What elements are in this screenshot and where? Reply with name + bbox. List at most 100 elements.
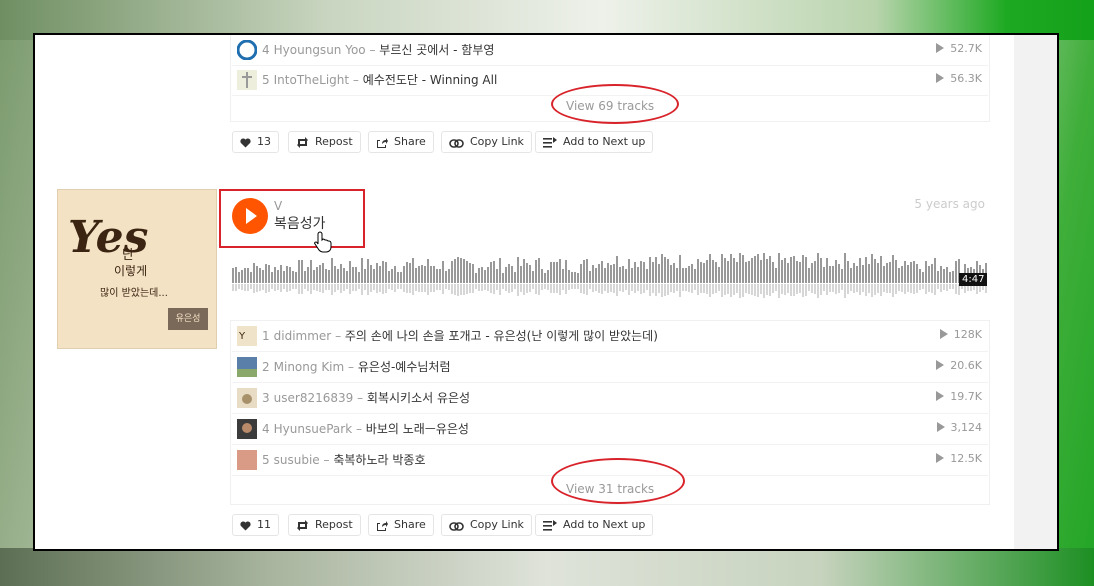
waveform-bar [355, 267, 357, 283]
waveform-bar [541, 269, 543, 283]
waveform-reflection [841, 284, 843, 290]
copy-link-button[interactable]: Copy Link [441, 131, 532, 153]
waveform-reflection [898, 284, 900, 291]
waveform-reflection [394, 284, 396, 292]
page-scrollbar[interactable] [1014, 35, 1057, 549]
like-count: 13 [257, 135, 271, 148]
waveform-reflection [244, 284, 246, 291]
waveform-bar [838, 264, 840, 283]
track-user-link[interactable]: Minong Kim [274, 360, 345, 374]
waveform-reflection [235, 284, 237, 291]
track-user-link[interactable]: user8216839 [274, 391, 354, 405]
waveform-bar [346, 271, 348, 283]
track-title-link[interactable]: 바보의 노래ㅡ유은성 [366, 422, 469, 436]
track-user-link[interactable]: IntoTheLight [274, 73, 349, 87]
add-to-next-up-button[interactable]: Add to Next up [535, 131, 654, 153]
waveform-bar [757, 254, 759, 283]
waveform-reflection [334, 284, 336, 292]
waveform-reflection [232, 284, 234, 291]
waveform-reflection [595, 284, 597, 291]
waveform-bar [667, 259, 669, 283]
add-to-next-up-button[interactable]: Add to Next up [535, 514, 654, 536]
track-number: 4 [262, 43, 270, 57]
waveform-reflection [694, 284, 696, 290]
waveform-reflection [691, 284, 693, 293]
track-user-link[interactable]: susubie [274, 453, 320, 467]
waveform-reflection [706, 284, 708, 294]
like-button[interactable]: 13 [232, 131, 279, 153]
waveform-reflection [943, 284, 945, 290]
play-count-icon [936, 391, 945, 401]
waveform-reflection [562, 284, 564, 290]
track-user-link[interactable]: Hyoungsun Yoo [274, 43, 366, 57]
waveform-reflection [784, 284, 786, 295]
track-number: 2 [262, 360, 270, 374]
waveform-reflection [577, 284, 579, 289]
waveform-reflection [667, 284, 669, 295]
waveform-reflection [622, 284, 624, 292]
waveform-bar [409, 263, 411, 283]
waveform-reflection [379, 284, 381, 292]
waveform-bar [310, 260, 312, 283]
upload-time: 5 years ago [914, 197, 985, 211]
repost-icon [297, 137, 308, 148]
waveform-reflection [301, 284, 303, 294]
waveform-reflection [421, 284, 423, 292]
waveform-bar [277, 270, 279, 283]
track-title-link[interactable]: 축복하노라 박종호 [333, 453, 425, 467]
track-row[interactable]: 2 Minong Kim – 유은성-예수님처럼 20.6K [232, 352, 988, 383]
waveform-reflection [523, 284, 525, 295]
repost-button[interactable]: Repost [288, 131, 361, 153]
track-user-link[interactable]: didimmer [274, 329, 332, 343]
repost-button[interactable]: Repost [288, 514, 361, 536]
waveform-reflection [751, 284, 753, 295]
waveform-bar [649, 257, 651, 283]
share-button[interactable]: Share [368, 514, 434, 536]
track-title-link[interactable]: 회복시키소서 유은성 [367, 391, 470, 405]
waveform-reflection [439, 284, 441, 290]
waveform-reflection [319, 284, 321, 292]
track-row[interactable]: 4 HyunsuePark – 바보의 노래ㅡ유은성 3,124 [232, 414, 988, 445]
track-row[interactable]: Y 1 didimmer – 주의 손에 나의 손을 포개고 - 유은성(난 이렇… [232, 321, 988, 352]
waveform-bar [259, 268, 261, 283]
copy-link-button[interactable]: Copy Link [441, 514, 532, 536]
share-button[interactable]: Share [368, 131, 434, 153]
waveform-bar [625, 269, 627, 283]
waveform-reflection [661, 284, 663, 297]
track-title-link[interactable]: 주의 손에 나의 손을 포개고 - 유은성(난 이렇게 많이 받았는데) [345, 329, 658, 343]
waveform-bar [574, 272, 576, 283]
playlist-artwork[interactable]: Yes 난 이렇게 많이 받았는데... 유은성 [57, 189, 217, 349]
waveform-reflection [823, 284, 825, 291]
waveform-reflection [763, 284, 765, 298]
track-title-link[interactable]: 예수전도단 - Winning All [363, 73, 498, 87]
waveform-bar [415, 268, 417, 283]
waveform-bar [457, 257, 459, 283]
track-number: 3 [262, 391, 270, 405]
waveform-bar [634, 262, 636, 283]
waveform-seekbar[interactable] [232, 250, 988, 298]
waveform-bar [430, 266, 432, 283]
waveform-reflection [382, 284, 384, 294]
waveform-reflection [952, 284, 954, 289]
waveform-bar [295, 272, 297, 283]
waveform-reflection [496, 284, 498, 290]
waveform-bar [805, 257, 807, 283]
track-row[interactable]: 3 user8216839 – 회복시키소서 유은성 19.7K [232, 383, 988, 414]
track-title-link[interactable]: 유은성-예수님처럼 [358, 360, 451, 374]
waveform-reflection [535, 284, 537, 294]
waveform-bar [598, 264, 600, 283]
waveform-bar [325, 269, 327, 283]
track-title-link[interactable]: 부르신 곳에서 - 함부영 [379, 43, 494, 57]
like-button[interactable]: 11 [232, 514, 279, 536]
track-row[interactable]: 4 Hyoungsun Yoo – 부르신 곳에서 - 함부영 52.7K [232, 35, 988, 66]
waveform-bar [499, 258, 501, 283]
waveform-reflection [487, 284, 489, 291]
waveform-reflection [313, 284, 315, 290]
waveform-bar [880, 256, 882, 283]
play-count-icon [936, 360, 945, 370]
waveform-reflection [262, 284, 264, 290]
waveform-bar [646, 269, 648, 283]
track-user-link[interactable]: HyunsuePark [274, 422, 353, 436]
waveform-reflection [727, 284, 729, 294]
waveform-bar [766, 259, 768, 283]
